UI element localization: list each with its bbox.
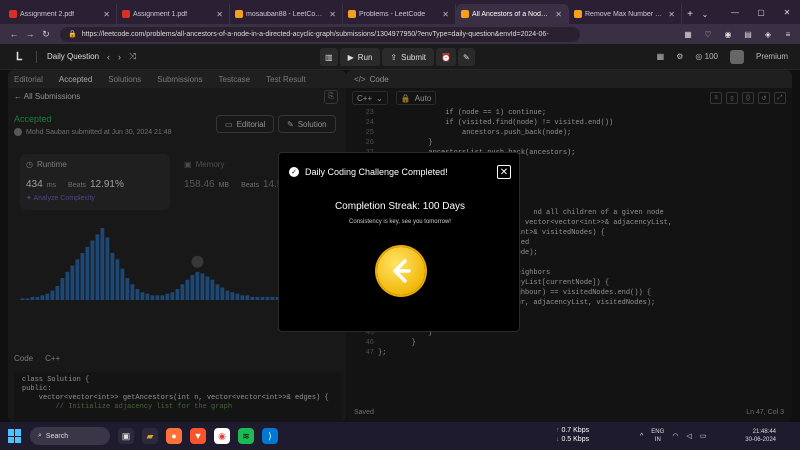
- settings-icon[interactable]: ⚙: [676, 52, 683, 61]
- task-view-icon[interactable]: ▣: [118, 428, 134, 444]
- close-icon[interactable]: ✕: [103, 10, 110, 19]
- layout-icon[interactable]: ▦: [657, 52, 665, 61]
- network-speed: ↑ 0.7 Kbps ↓ 0.5 Kbps: [556, 427, 590, 443]
- debug-button[interactable]: ▥: [320, 48, 338, 66]
- maximize-icon[interactable]: ▢: [748, 0, 774, 24]
- browser-tab[interactable]: Assignment 1.pdf ✕: [117, 4, 230, 24]
- divider: [36, 50, 37, 63]
- system-clock[interactable]: 21:48:44 30-06-2024: [745, 428, 776, 444]
- minimize-icon[interactable]: —: [722, 0, 748, 24]
- browser-tab[interactable]: Assignment 2.pdf ✕: [4, 4, 117, 24]
- modal-header: ✓ Daily Coding Challenge Completed!: [289, 167, 448, 177]
- back-icon[interactable]: ←: [6, 26, 22, 42]
- heart-icon[interactable]: ♡: [702, 28, 714, 40]
- address-bar: ← → ↻ 🔒 https://leetcode.com/problems/al…: [0, 24, 800, 44]
- windows-start-icon[interactable]: [8, 429, 22, 443]
- chrome-icon[interactable]: ◉: [214, 428, 230, 444]
- modal-title: Daily Coding Challenge Completed!: [305, 167, 448, 177]
- submit-button[interactable]: ⇪ Submit: [382, 48, 435, 66]
- browser-tab[interactable]: Problems - LeetCode ✕: [343, 4, 456, 24]
- url-input[interactable]: 🔒 https://leetcode.com/problems/all-ance…: [60, 26, 580, 42]
- vpn-icon[interactable]: ◈: [762, 28, 774, 40]
- pdf-icon: [122, 10, 130, 18]
- notes-icon: ✎: [462, 52, 470, 62]
- browser-toolbar-icons: ▦ ♡ ◉ ▤ ◈ ≡: [682, 28, 794, 40]
- search-icon: ⌕: [38, 432, 42, 439]
- volume-icon[interactable]: ◁: [686, 432, 691, 440]
- file-explorer-icon[interactable]: ▰: [142, 428, 158, 444]
- coins[interactable]: ◎ 100: [695, 52, 718, 61]
- tray-chevron-icon[interactable]: ^: [640, 433, 643, 440]
- timer-button[interactable]: ⏰: [436, 48, 456, 66]
- browser-tab-strip: Assignment 2.pdf ✕ Assignment 1.pdf ✕ mosa…: [0, 0, 800, 24]
- next-problem-icon[interactable]: ›: [118, 52, 121, 62]
- browser-tab[interactable]: mosauban88 - LeetCode Pr ✕: [230, 4, 343, 24]
- shuffle-icon[interactable]: ⤨: [129, 51, 136, 62]
- vscode-icon[interactable]: ⟩: [262, 428, 278, 444]
- forward-icon[interactable]: →: [22, 26, 38, 42]
- system-tray: ^ ENG IN ◠ ◁ ▭: [640, 428, 706, 444]
- sidebar-icon[interactable]: ▤: [742, 28, 754, 40]
- close-icon[interactable]: ✕: [442, 10, 449, 19]
- run-button[interactable]: ▶ Run: [339, 48, 381, 66]
- screen: Assignment 2.pdf ✕ Assignment 1.pdf ✕ mosa…: [0, 0, 800, 450]
- pdf-icon: [9, 10, 17, 18]
- close-icon[interactable]: ✕: [216, 10, 223, 19]
- brave-icon[interactable]: ▼: [190, 428, 206, 444]
- leetcode-header: ᒪ Daily Question ‹ › ⤨ ▥ ▶ Run ⇪ Submit ⏰ …: [0, 44, 800, 70]
- alarm-icon: ⏰: [441, 52, 451, 62]
- language-indicator[interactable]: ENG IN: [651, 428, 664, 444]
- firefox-icon[interactable]: ●: [166, 428, 182, 444]
- tab-search-icon[interactable]: ▦: [682, 28, 694, 40]
- completion-streak: Completion Streak: 100 Days: [334, 201, 466, 212]
- close-modal-button[interactable]: ✕: [497, 165, 511, 179]
- lock-icon: 🔒: [68, 31, 77, 38]
- notes-button[interactable]: ✎: [457, 48, 475, 66]
- leetcode-icon: [348, 10, 356, 18]
- close-window-icon[interactable]: ✕: [774, 0, 800, 24]
- reload-icon[interactable]: ↻: [38, 26, 54, 42]
- play-icon: ▶: [347, 52, 354, 62]
- avatar[interactable]: [729, 49, 744, 64]
- leetcode-coin-icon: [377, 247, 425, 295]
- wifi-icon[interactable]: ◠: [672, 432, 678, 440]
- upload-icon: ⇪: [390, 52, 398, 62]
- leetcode-logo-icon[interactable]: ᒪ: [12, 50, 26, 64]
- prev-problem-icon[interactable]: ‹: [107, 52, 110, 62]
- close-icon[interactable]: ✕: [329, 10, 336, 19]
- taskbar-search[interactable]: ⌕ Search: [30, 427, 110, 445]
- close-icon[interactable]: ✕: [668, 10, 675, 19]
- header-right: ▦ ⚙ ◎ 100 Premium: [657, 49, 788, 64]
- leetcode-icon: [235, 10, 243, 18]
- window-controls: — ▢ ✕: [722, 0, 800, 24]
- menu-icon[interactable]: ≡: [782, 28, 794, 40]
- fire-icon: ◎: [695, 52, 703, 61]
- leetcode-logo-icon: [393, 259, 411, 283]
- daily-question-link[interactable]: Daily Question: [47, 52, 99, 61]
- streak-message: Consistency is key, see you tomorrow!: [349, 219, 451, 225]
- browser-tab-active[interactable]: All Ancestors of a Node in a ✕: [456, 4, 569, 24]
- daily-challenge-modal: ✓ Daily Coding Challenge Completed! ✕ Co…: [278, 152, 520, 332]
- tab-list-chevron-icon[interactable]: ⌄: [698, 4, 712, 24]
- check-circle-icon: ✓: [289, 167, 299, 177]
- windows-taskbar: ⌕ Search ▣ ▰ ● ▼ ◉ ≋ ⟩ ↑ 0.7 Kbps ↓ 0.5 K…: [0, 422, 800, 450]
- battery-icon[interactable]: ▭: [700, 432, 707, 440]
- run-submit-group: ▥ ▶ Run ⇪ Submit ⏰ ✎: [320, 48, 475, 66]
- leetcode-icon: [574, 10, 582, 18]
- browser-tab[interactable]: Remove Max Number of Ed ✕: [569, 4, 682, 24]
- debug-icon: ▥: [325, 52, 333, 62]
- spotify-icon[interactable]: ≋: [238, 428, 254, 444]
- leetcode-icon: [461, 10, 469, 18]
- taskbar-apps: ▣ ▰ ● ▼ ◉ ≋ ⟩: [118, 428, 278, 444]
- premium-link[interactable]: Premium: [756, 52, 788, 61]
- extension-icon[interactable]: ◉: [722, 28, 734, 40]
- new-tab-button[interactable]: +: [682, 4, 698, 24]
- close-icon[interactable]: ✕: [555, 10, 562, 19]
